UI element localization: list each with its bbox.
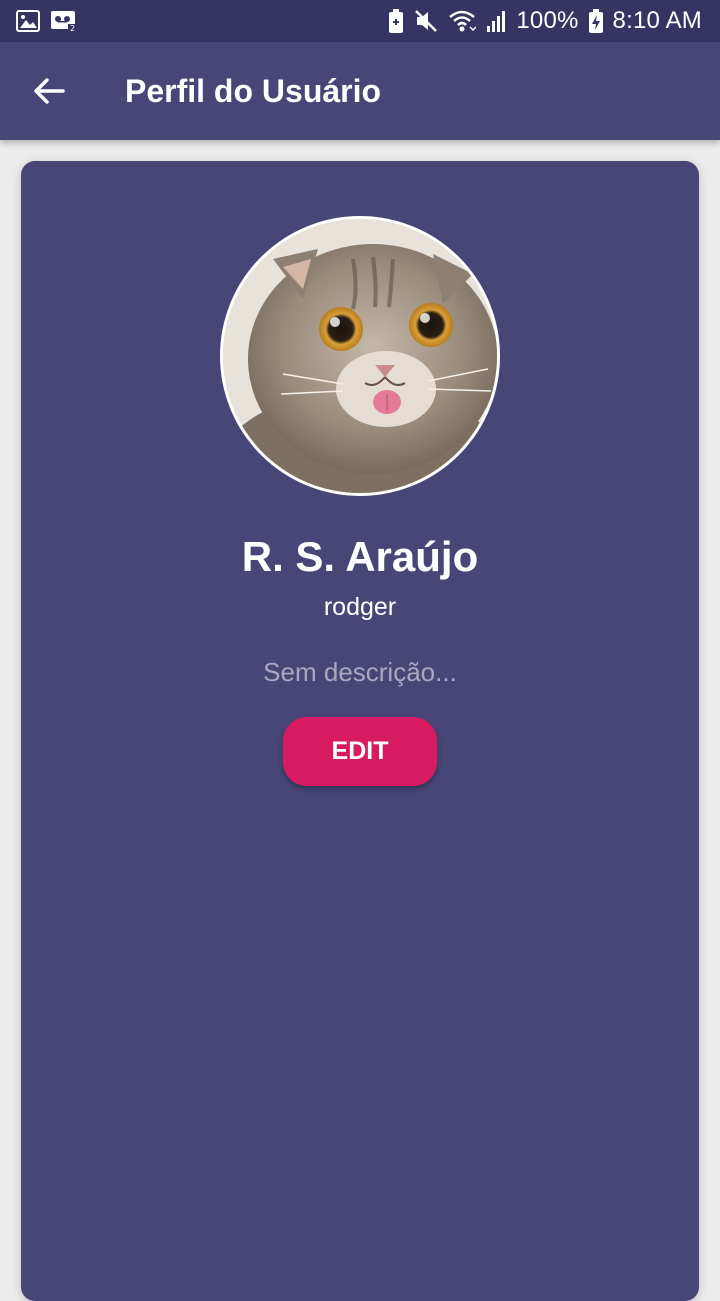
profile-card: R. S. Araújo rodger Sem descrição... EDI… xyxy=(21,161,699,1301)
app-bar: Perfil do Usuário xyxy=(0,42,720,140)
profile-username: rodger xyxy=(323,593,397,621)
clock: 8:10 AM xyxy=(612,7,702,34)
back-button[interactable] xyxy=(19,61,79,121)
edit-button[interactable]: EDIT xyxy=(283,717,437,786)
battery-percent: 100% xyxy=(516,7,579,34)
wifi-icon xyxy=(448,9,477,33)
mute-icon xyxy=(414,9,438,33)
avatar[interactable] xyxy=(220,216,500,496)
status-bar: 2 100% 8:10 AM xyxy=(0,0,720,42)
battery-charging-icon xyxy=(588,9,603,33)
svg-text:2: 2 xyxy=(70,24,75,32)
avatar-cat-image xyxy=(223,219,497,493)
image-icon xyxy=(16,10,40,32)
voicemail-icon: 2 xyxy=(50,10,78,32)
status-right: 100% 8:10 AM xyxy=(388,7,702,35)
status-left: 2 xyxy=(16,10,78,32)
profile-name: R. S. Araújo xyxy=(241,533,479,580)
arrow-back-icon xyxy=(33,77,65,105)
signal-icon xyxy=(486,10,506,32)
profile-description: Sem descrição... xyxy=(263,657,457,687)
page-title: Perfil do Usuário xyxy=(125,72,382,109)
battery-saver-icon xyxy=(388,9,404,33)
